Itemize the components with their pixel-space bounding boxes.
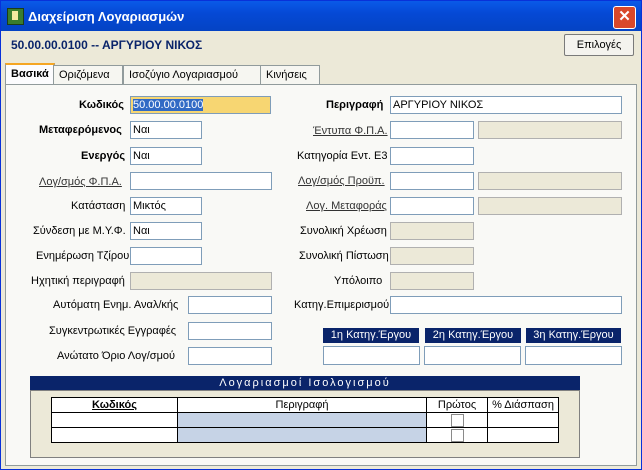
status-label: Κατάσταση: [71, 200, 126, 212]
budget-account-field[interactable]: [390, 172, 474, 190]
category-1-field[interactable]: [323, 346, 420, 365]
column-first[interactable]: Πρώτος: [426, 397, 488, 413]
table-row[interactable]: [51, 412, 559, 428]
balance-label: Υπόλοιπο: [334, 275, 383, 287]
carried-field[interactable]: Ναι: [130, 121, 202, 139]
turnover-label: Ενημέρωση Τζίρου: [36, 250, 130, 262]
first-checkbox[interactable]: [450, 428, 464, 442]
budget-account-label[interactable]: Λογ/σμός Προϋπ.: [298, 175, 385, 187]
allocation-category-label: Κατηγ.Επιμερισμού: [294, 299, 390, 311]
cell-split[interactable]: [487, 427, 559, 443]
category-2-field[interactable]: [424, 346, 521, 365]
category-3-header[interactable]: 3η Κατηγ.Έργου: [526, 328, 621, 343]
column-split-percent[interactable]: % Διάσπαση: [487, 397, 559, 413]
auto-update-label: Αυτόματη Ενημ. Αναλ/κής: [53, 299, 179, 311]
tab-transactions[interactable]: Κινήσεις: [260, 65, 320, 85]
vat-account-label[interactable]: Λογ/σμός Φ.Π.Α.: [39, 176, 122, 188]
title-bar[interactable]: Διαχείριση Λογαριασμών ✕: [1, 1, 641, 31]
tab-defined[interactable]: Οριζόμενα: [53, 65, 123, 85]
total-debit-label: Συνολική Χρέωση: [300, 225, 387, 237]
vat-forms-description: [478, 121, 622, 139]
cell-first[interactable]: [426, 412, 488, 428]
e3-category-label: Κατηγορία Εντ. Ε3: [297, 150, 388, 162]
description-field[interactable]: ΑΡΓΥΡΙΟΥ ΝΙΚΟΣ: [390, 96, 622, 114]
cell-code[interactable]: [51, 412, 178, 428]
balance-field: [390, 272, 474, 290]
description-label: Περιγραφή: [326, 99, 384, 111]
code-value: 50.00.00.0100: [133, 99, 204, 111]
cell-description[interactable]: [177, 427, 427, 443]
balance-accounts-title: Λογαριασμοί Ισολογισμού: [30, 376, 580, 390]
account-header: 50.00.00.0100 -- ΑΡΓΥΡΙΟΥ ΝΙΚΟΣ: [11, 38, 203, 52]
cell-description[interactable]: [177, 412, 427, 428]
category-3-field[interactable]: [525, 346, 622, 365]
total-credit-field: [390, 247, 474, 265]
window-title: Διαχείριση Λογαριασμών: [28, 9, 185, 24]
category-1-header[interactable]: 1η Κατηγ.Έργου: [323, 328, 419, 343]
cell-first[interactable]: [426, 427, 488, 443]
max-limit-field[interactable]: [188, 347, 272, 365]
transfer-account-field[interactable]: [390, 197, 474, 215]
budget-account-description: [478, 172, 622, 190]
main-window: Διαχείριση Λογαριασμών ✕ 50.00.00.0100 -…: [0, 0, 642, 470]
category-2-header[interactable]: 2η Κατηγ.Έργου: [425, 328, 521, 343]
summary-entries-label: Συγκεντρωτικές Εγγραφές: [49, 325, 177, 337]
cell-split[interactable]: [487, 412, 559, 428]
allocation-category-field[interactable]: [390, 296, 622, 314]
transfer-account-label[interactable]: Λογ. Μεταφοράς: [306, 200, 387, 212]
max-limit-label: Ανώτατο Όριο Λογ/σμού: [57, 350, 176, 362]
cell-code[interactable]: [51, 427, 178, 443]
carried-label: Μεταφερόμενος: [39, 124, 122, 136]
column-code[interactable]: Κωδικός: [51, 397, 178, 413]
audio-field: [130, 272, 272, 290]
active-label: Ενεργός: [81, 150, 126, 162]
transfer-account-description: [478, 197, 622, 215]
e3-category-field[interactable]: [390, 147, 474, 165]
myf-label: Σύνδεση με Μ.Υ.Φ.: [33, 225, 126, 237]
vat-account-field[interactable]: [130, 172, 272, 190]
auto-update-field[interactable]: [188, 296, 272, 314]
active-field[interactable]: Ναι: [130, 147, 202, 165]
tab-account-balance[interactable]: Ισοζύγιο Λογαριασμού: [123, 65, 262, 85]
audio-label: Ηχητική περιγραφή: [31, 275, 125, 287]
summary-entries-field[interactable]: [188, 322, 272, 340]
turnover-field[interactable]: [130, 247, 202, 265]
total-credit-label: Συνολική Πίστωση: [299, 250, 389, 262]
close-button[interactable]: ✕: [613, 6, 636, 29]
balance-accounts-grid: Κωδικός Περιγραφή Πρώτος % Διάσπαση: [30, 390, 580, 458]
code-label: Κωδικός: [79, 99, 124, 111]
first-checkbox[interactable]: [450, 413, 464, 427]
total-debit-field: [390, 222, 474, 240]
myf-field[interactable]: Ναι: [130, 222, 202, 240]
column-description[interactable]: Περιγραφή: [177, 397, 427, 413]
vat-forms-label[interactable]: Έντυπα Φ.Π.Α.: [313, 125, 388, 137]
code-field[interactable]: 50.00.00.0100: [130, 96, 271, 114]
app-icon: [7, 8, 24, 25]
table-row[interactable]: [51, 427, 559, 443]
options-button[interactable]: Επιλογές: [564, 34, 634, 56]
vat-forms-field[interactable]: [390, 121, 474, 139]
balance-accounts-table: Κωδικός Περιγραφή Πρώτος % Διάσπαση: [51, 397, 559, 443]
status-field[interactable]: Μικτός: [130, 197, 202, 215]
